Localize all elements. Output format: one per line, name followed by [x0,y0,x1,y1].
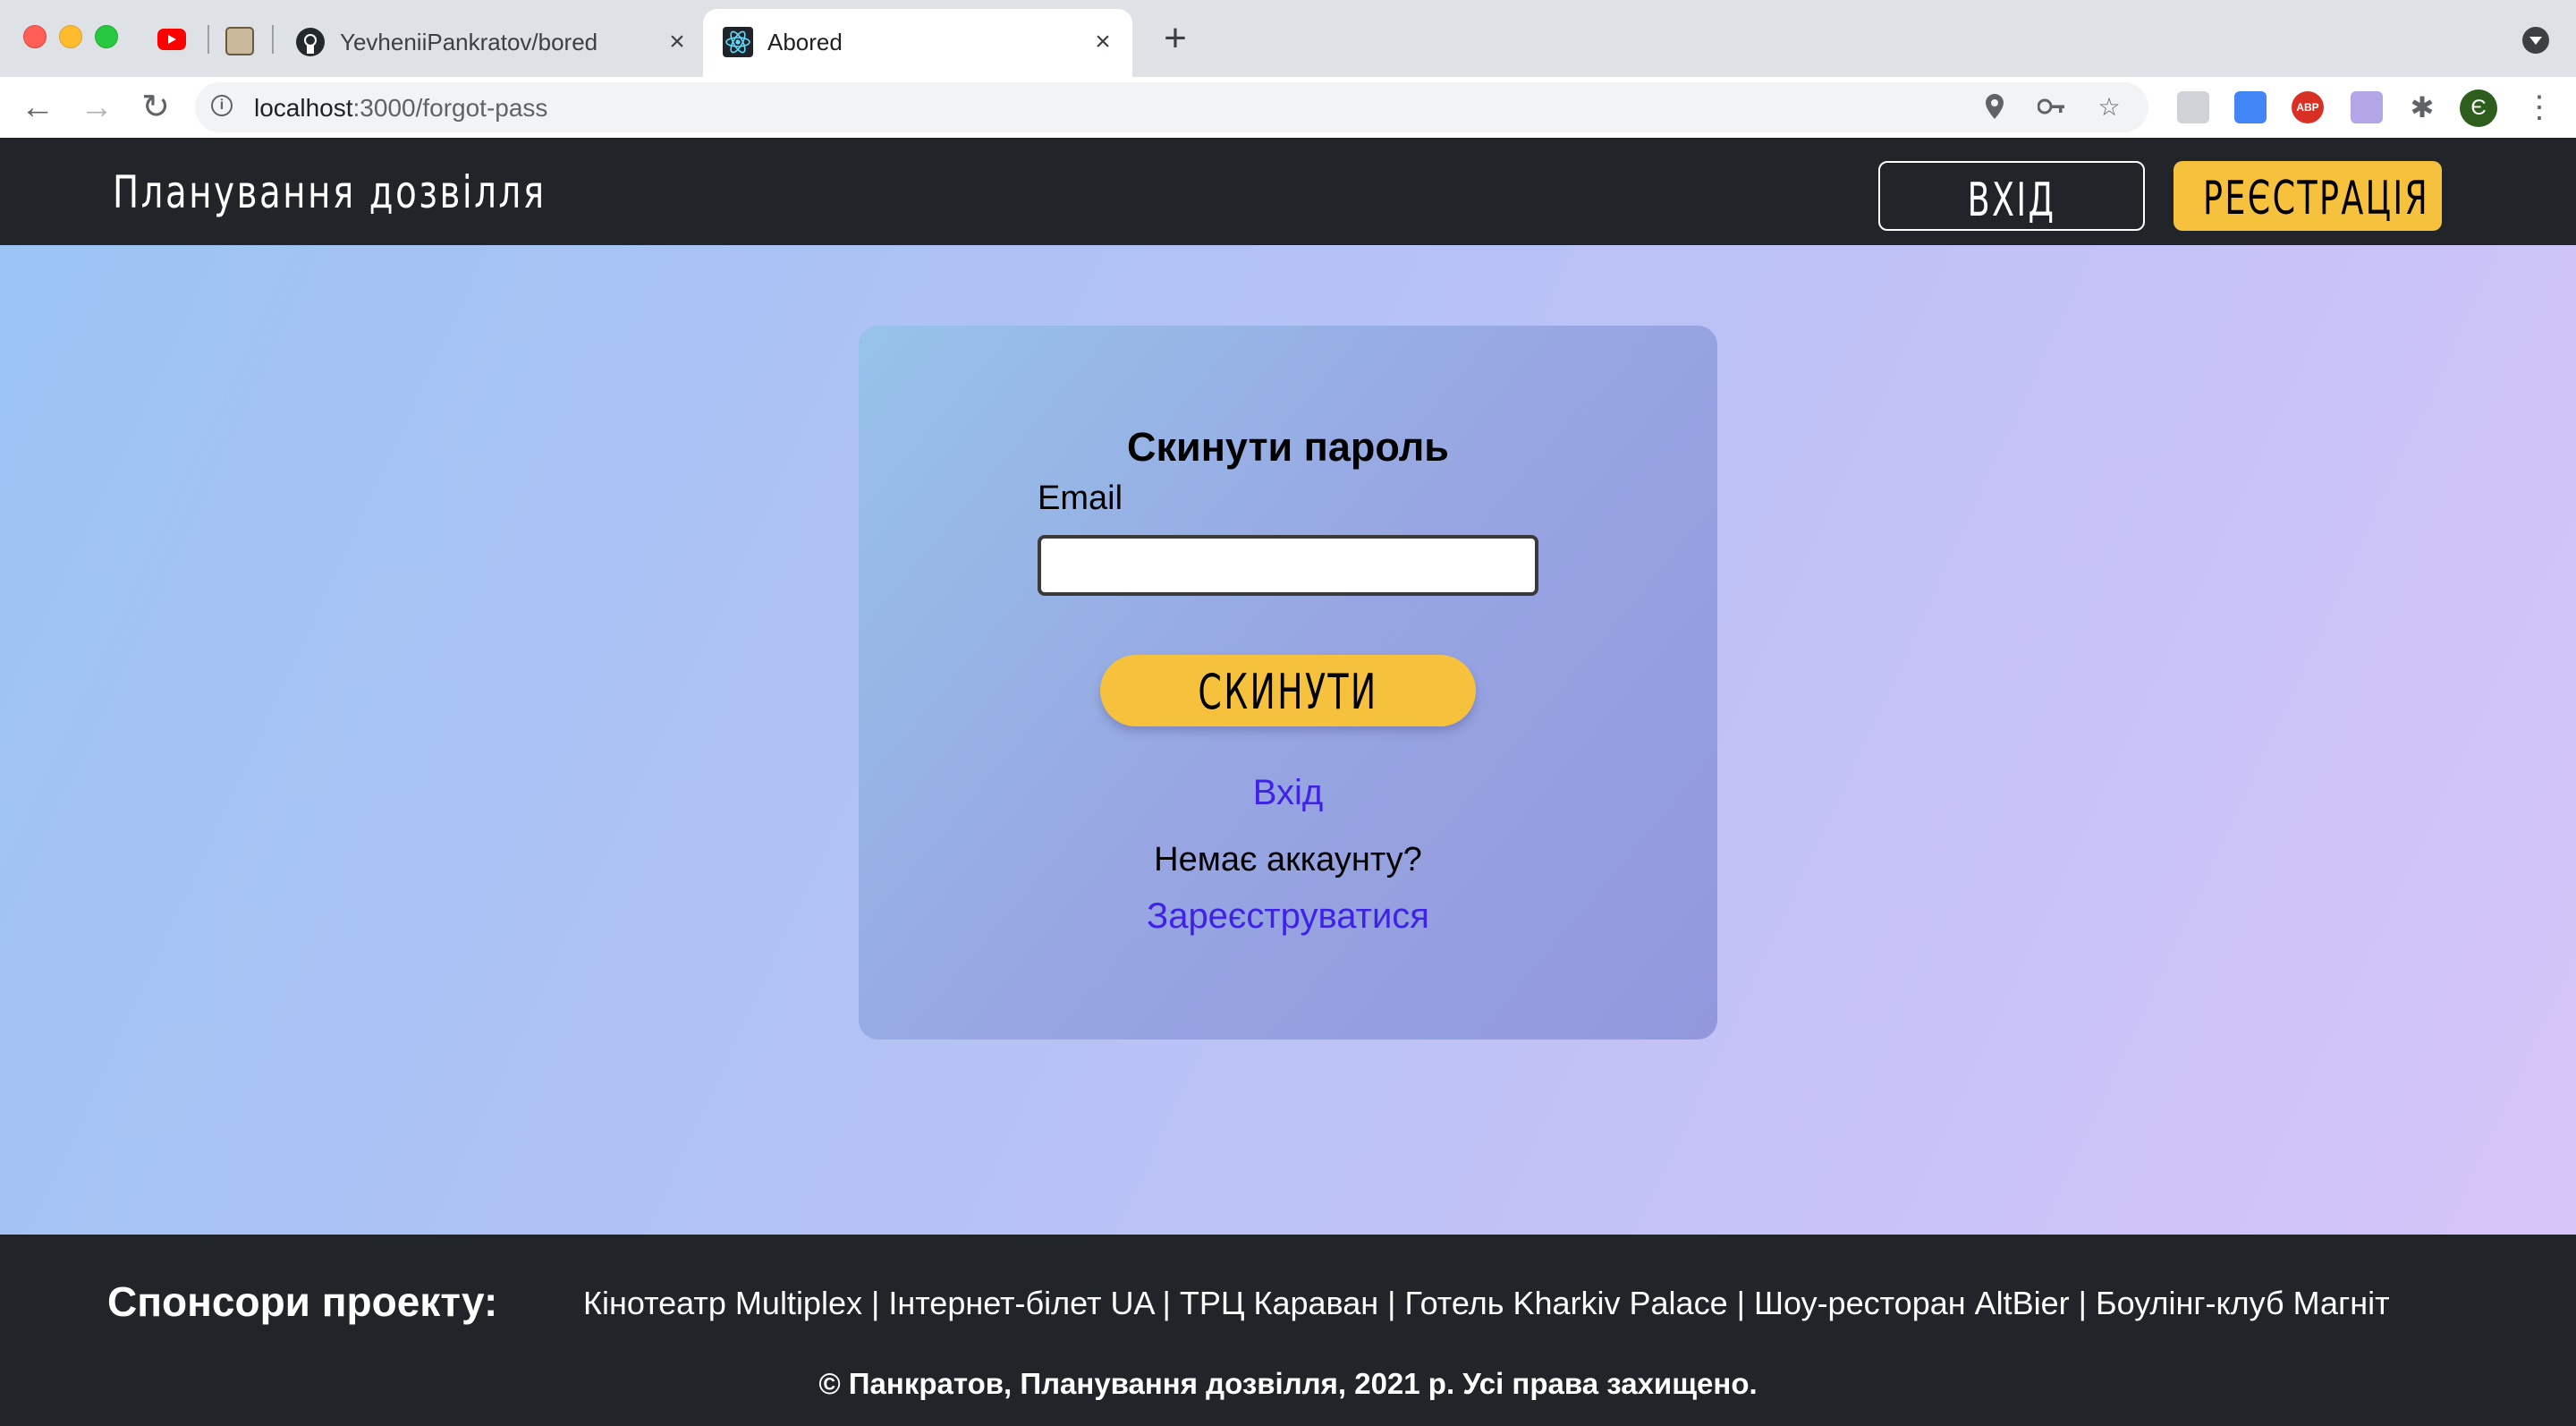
reload-icon[interactable]: ↻ [136,88,175,127]
reset-button[interactable]: СКИНУТИ [1100,655,1476,726]
reset-password-card: Скинути пароль Email СКИНУТИ Вхід Немає … [859,326,1717,1040]
close-icon[interactable]: × [1088,27,1118,57]
profile-avatar[interactable]: Є [2460,89,2497,127]
site-title[interactable]: Планування дозвілля [113,166,547,218]
close-window-button[interactable] [23,25,47,48]
tab-separator [272,25,274,54]
login-button-label: ВХІД [1967,174,2056,227]
reset-button-label: СКИНУТИ [1198,664,1378,720]
info-icon[interactable]: i [211,95,233,116]
site-header: Планування дозвілля ВХІД РЕЄСТРАЦІЯ [0,138,2576,245]
browser-toolbar: ← → ↻ i localhost:3000/forgot-pass ☆ ABP… [0,77,2576,140]
address-bar[interactable]: i localhost:3000/forgot-pass ☆ [195,82,2148,132]
new-tab-button[interactable]: + [1157,19,1193,58]
browser-tab-bar: YevheniiPankratov/bored × Abored × + [0,0,2576,77]
forward-icon[interactable]: → [77,88,116,127]
tab-title: Abored [767,29,843,55]
url-host: localhost [254,94,353,122]
email-label: Email [1038,480,1123,517]
tab-search-button[interactable] [2522,27,2549,54]
extension-icon[interactable] [2177,91,2209,123]
puzzle-extensions-icon[interactable]: ✱ [2406,91,2438,123]
email-field[interactable] [1038,535,1538,596]
register-button[interactable]: РЕЄСТРАЦІЯ [2174,161,2442,231]
main-content: Скинути пароль Email СКИНУТИ Вхід Немає … [0,245,2576,1235]
url-text: localhost:3000/forgot-pass [254,94,547,123]
pinned-tab-youtube[interactable] [157,29,186,50]
maximize-window-button[interactable] [95,25,118,48]
sponsors-title: Спонсори проекту: [107,1278,498,1325]
login-link[interactable]: Вхід [859,773,1717,813]
bookmark-star-icon[interactable]: ☆ [2095,93,2123,122]
sponsors-list: Кінотеатр Multiplex | Інтернет-білет UA … [583,1285,2390,1321]
tab-github[interactable]: YevheniiPankratov/bored × [283,9,705,77]
github-icon [295,27,326,57]
back-icon[interactable]: ← [18,88,57,127]
register-button-label: РЕЄСТРАЦІЯ [2203,172,2430,225]
location-pin-icon[interactable] [1980,93,2009,122]
color-picker-extension-icon[interactable] [2351,91,2383,123]
url-path: :3000/forgot-pass [352,94,548,122]
no-account-text: Немає аккаунту? [1154,841,1422,879]
register-link[interactable]: Зареєструватися [859,896,1717,937]
translate-extension-icon[interactable] [2234,91,2267,123]
adblock-extension-icon[interactable]: ABP [2292,91,2324,123]
login-button[interactable]: ВХІД [1878,161,2145,231]
close-icon[interactable]: × [662,27,692,57]
browser-menu-icon[interactable]: ⋮ [2524,89,2555,127]
site-footer: Спонсори проекту: Кінотеатр Multiplex | … [0,1235,2576,1426]
tab-abored[interactable]: Abored × [703,9,1132,77]
minimize-window-button[interactable] [59,25,82,48]
pinned-tab-image[interactable] [225,27,254,55]
react-icon [723,27,753,57]
tab-title: YevheniiPankratov/bored [340,29,598,55]
form-title: Скинути пароль [1127,424,1449,470]
copyright-text: © Панкратов, Планування дозвілля, 2021 р… [818,1367,1758,1400]
key-icon[interactable] [2037,93,2066,122]
tab-separator [208,25,209,54]
